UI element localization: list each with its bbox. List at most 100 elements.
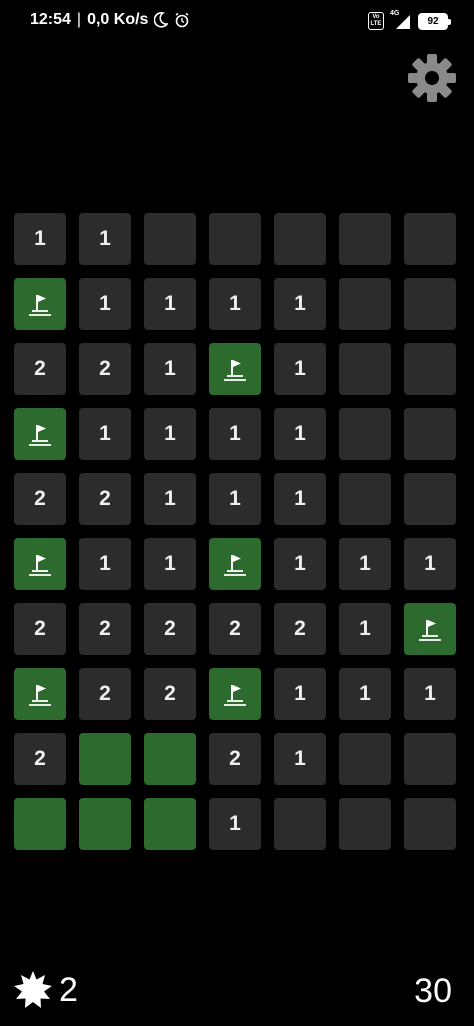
unrevealed-cell[interactable] <box>404 733 456 785</box>
green-cell[interactable] <box>79 798 131 850</box>
unrevealed-cell[interactable] <box>274 798 326 850</box>
unrevealed-cell[interactable] <box>339 473 391 525</box>
unrevealed-cell[interactable] <box>404 213 456 265</box>
mines-counter: 2 <box>13 970 78 1010</box>
volte-icon: Vo LTE <box>368 12 384 30</box>
mines-remaining: 2 <box>59 971 78 1009</box>
number-cell[interactable]: 2 <box>144 668 196 720</box>
cell-number: 1 <box>164 357 176 380</box>
unrevealed-cell[interactable] <box>209 213 261 265</box>
number-cell[interactable]: 1 <box>79 538 131 590</box>
number-cell[interactable]: 1 <box>274 668 326 720</box>
unrevealed-cell[interactable] <box>404 408 456 460</box>
cell-number: 1 <box>99 422 111 445</box>
number-cell[interactable]: 1 <box>274 473 326 525</box>
number-cell[interactable]: 1 <box>144 278 196 330</box>
number-cell[interactable]: 2 <box>79 668 131 720</box>
alarm-icon <box>174 12 190 28</box>
number-cell[interactable]: 1 <box>14 213 66 265</box>
number-cell[interactable]: 2 <box>209 603 261 655</box>
settings-button[interactable] <box>406 52 458 104</box>
game-board: 1 1 1 1 1 1 2 2 1 1 1 1 1 1 2 2 1 1 1 1 1 1 1 1 2 2 2 2 2 1 2 2 1 1 1 2 2 1 1 <box>14 213 456 850</box>
cell-number: 1 <box>359 617 371 640</box>
flag-icon <box>25 289 55 319</box>
number-cell[interactable]: 1 <box>209 798 261 850</box>
number-cell[interactable]: 2 <box>14 603 66 655</box>
status-left: 12:54 | 0,0 Ko/s <box>30 11 190 29</box>
flagged-cell[interactable] <box>14 668 66 720</box>
gear-icon <box>408 54 456 102</box>
number-cell[interactable]: 2 <box>144 603 196 655</box>
green-cell[interactable] <box>14 798 66 850</box>
number-cell[interactable]: 2 <box>274 603 326 655</box>
green-cell[interactable] <box>79 733 131 785</box>
unrevealed-cell[interactable] <box>404 473 456 525</box>
number-cell[interactable]: 1 <box>274 733 326 785</box>
unrevealed-cell[interactable] <box>404 343 456 395</box>
cell-number: 1 <box>424 552 436 575</box>
status-bar: 12:54 | 0,0 Ko/s Vo LTE 4G 92 <box>0 0 474 44</box>
number-cell[interactable]: 1 <box>79 213 131 265</box>
cell-number: 1 <box>229 292 241 315</box>
unrevealed-cell[interactable] <box>339 343 391 395</box>
cell-number: 1 <box>99 227 111 250</box>
number-cell[interactable]: 1 <box>79 278 131 330</box>
cell-number: 2 <box>34 747 46 770</box>
number-cell[interactable]: 1 <box>79 408 131 460</box>
number-cell[interactable]: 2 <box>79 473 131 525</box>
flagged-cell[interactable] <box>209 343 261 395</box>
number-cell[interactable]: 1 <box>144 343 196 395</box>
flagged-cell[interactable] <box>14 408 66 460</box>
number-cell[interactable]: 2 <box>14 733 66 785</box>
number-cell[interactable]: 1 <box>339 603 391 655</box>
battery-icon: 92 <box>418 12 451 30</box>
number-cell[interactable]: 2 <box>209 733 261 785</box>
cell-number: 2 <box>164 682 176 705</box>
green-cell[interactable] <box>144 798 196 850</box>
number-cell[interactable]: 2 <box>79 343 131 395</box>
battery-level: 92 <box>427 15 439 27</box>
cell-number: 1 <box>294 357 306 380</box>
cell-number: 1 <box>229 487 241 510</box>
cell-number: 2 <box>99 357 111 380</box>
flagged-cell[interactable] <box>209 538 261 590</box>
number-cell[interactable]: 2 <box>79 603 131 655</box>
number-cell[interactable]: 2 <box>14 473 66 525</box>
number-cell[interactable]: 1 <box>404 668 456 720</box>
unrevealed-cell[interactable] <box>404 278 456 330</box>
number-cell[interactable]: 1 <box>209 473 261 525</box>
cell-number: 1 <box>294 422 306 445</box>
number-cell[interactable]: 1 <box>339 538 391 590</box>
number-cell[interactable]: 1 <box>144 473 196 525</box>
cell-number: 2 <box>294 617 306 640</box>
unrevealed-cell[interactable] <box>339 408 391 460</box>
number-cell[interactable]: 1 <box>144 408 196 460</box>
number-cell[interactable]: 1 <box>339 668 391 720</box>
flagged-cell[interactable] <box>404 603 456 655</box>
flagged-cell[interactable] <box>14 538 66 590</box>
number-cell[interactable]: 1 <box>274 278 326 330</box>
unrevealed-cell[interactable] <box>339 213 391 265</box>
flagged-cell[interactable] <box>14 278 66 330</box>
number-cell[interactable]: 1 <box>209 278 261 330</box>
cell-number: 1 <box>164 422 176 445</box>
green-cell[interactable] <box>144 733 196 785</box>
number-cell[interactable]: 1 <box>274 408 326 460</box>
unrevealed-cell[interactable] <box>339 798 391 850</box>
unrevealed-cell[interactable] <box>339 278 391 330</box>
number-cell[interactable]: 2 <box>14 343 66 395</box>
number-cell[interactable]: 1 <box>404 538 456 590</box>
unrevealed-cell[interactable] <box>274 213 326 265</box>
unrevealed-cell[interactable] <box>404 798 456 850</box>
flag-icon <box>220 679 250 709</box>
cell-number: 2 <box>229 617 241 640</box>
number-cell[interactable]: 1 <box>144 538 196 590</box>
unrevealed-cell[interactable] <box>339 733 391 785</box>
status-time: 12:54 <box>30 11 71 28</box>
number-cell[interactable]: 1 <box>274 343 326 395</box>
timer: 30 <box>414 972 452 1010</box>
number-cell[interactable]: 1 <box>274 538 326 590</box>
flagged-cell[interactable] <box>209 668 261 720</box>
number-cell[interactable]: 1 <box>209 408 261 460</box>
unrevealed-cell[interactable] <box>144 213 196 265</box>
